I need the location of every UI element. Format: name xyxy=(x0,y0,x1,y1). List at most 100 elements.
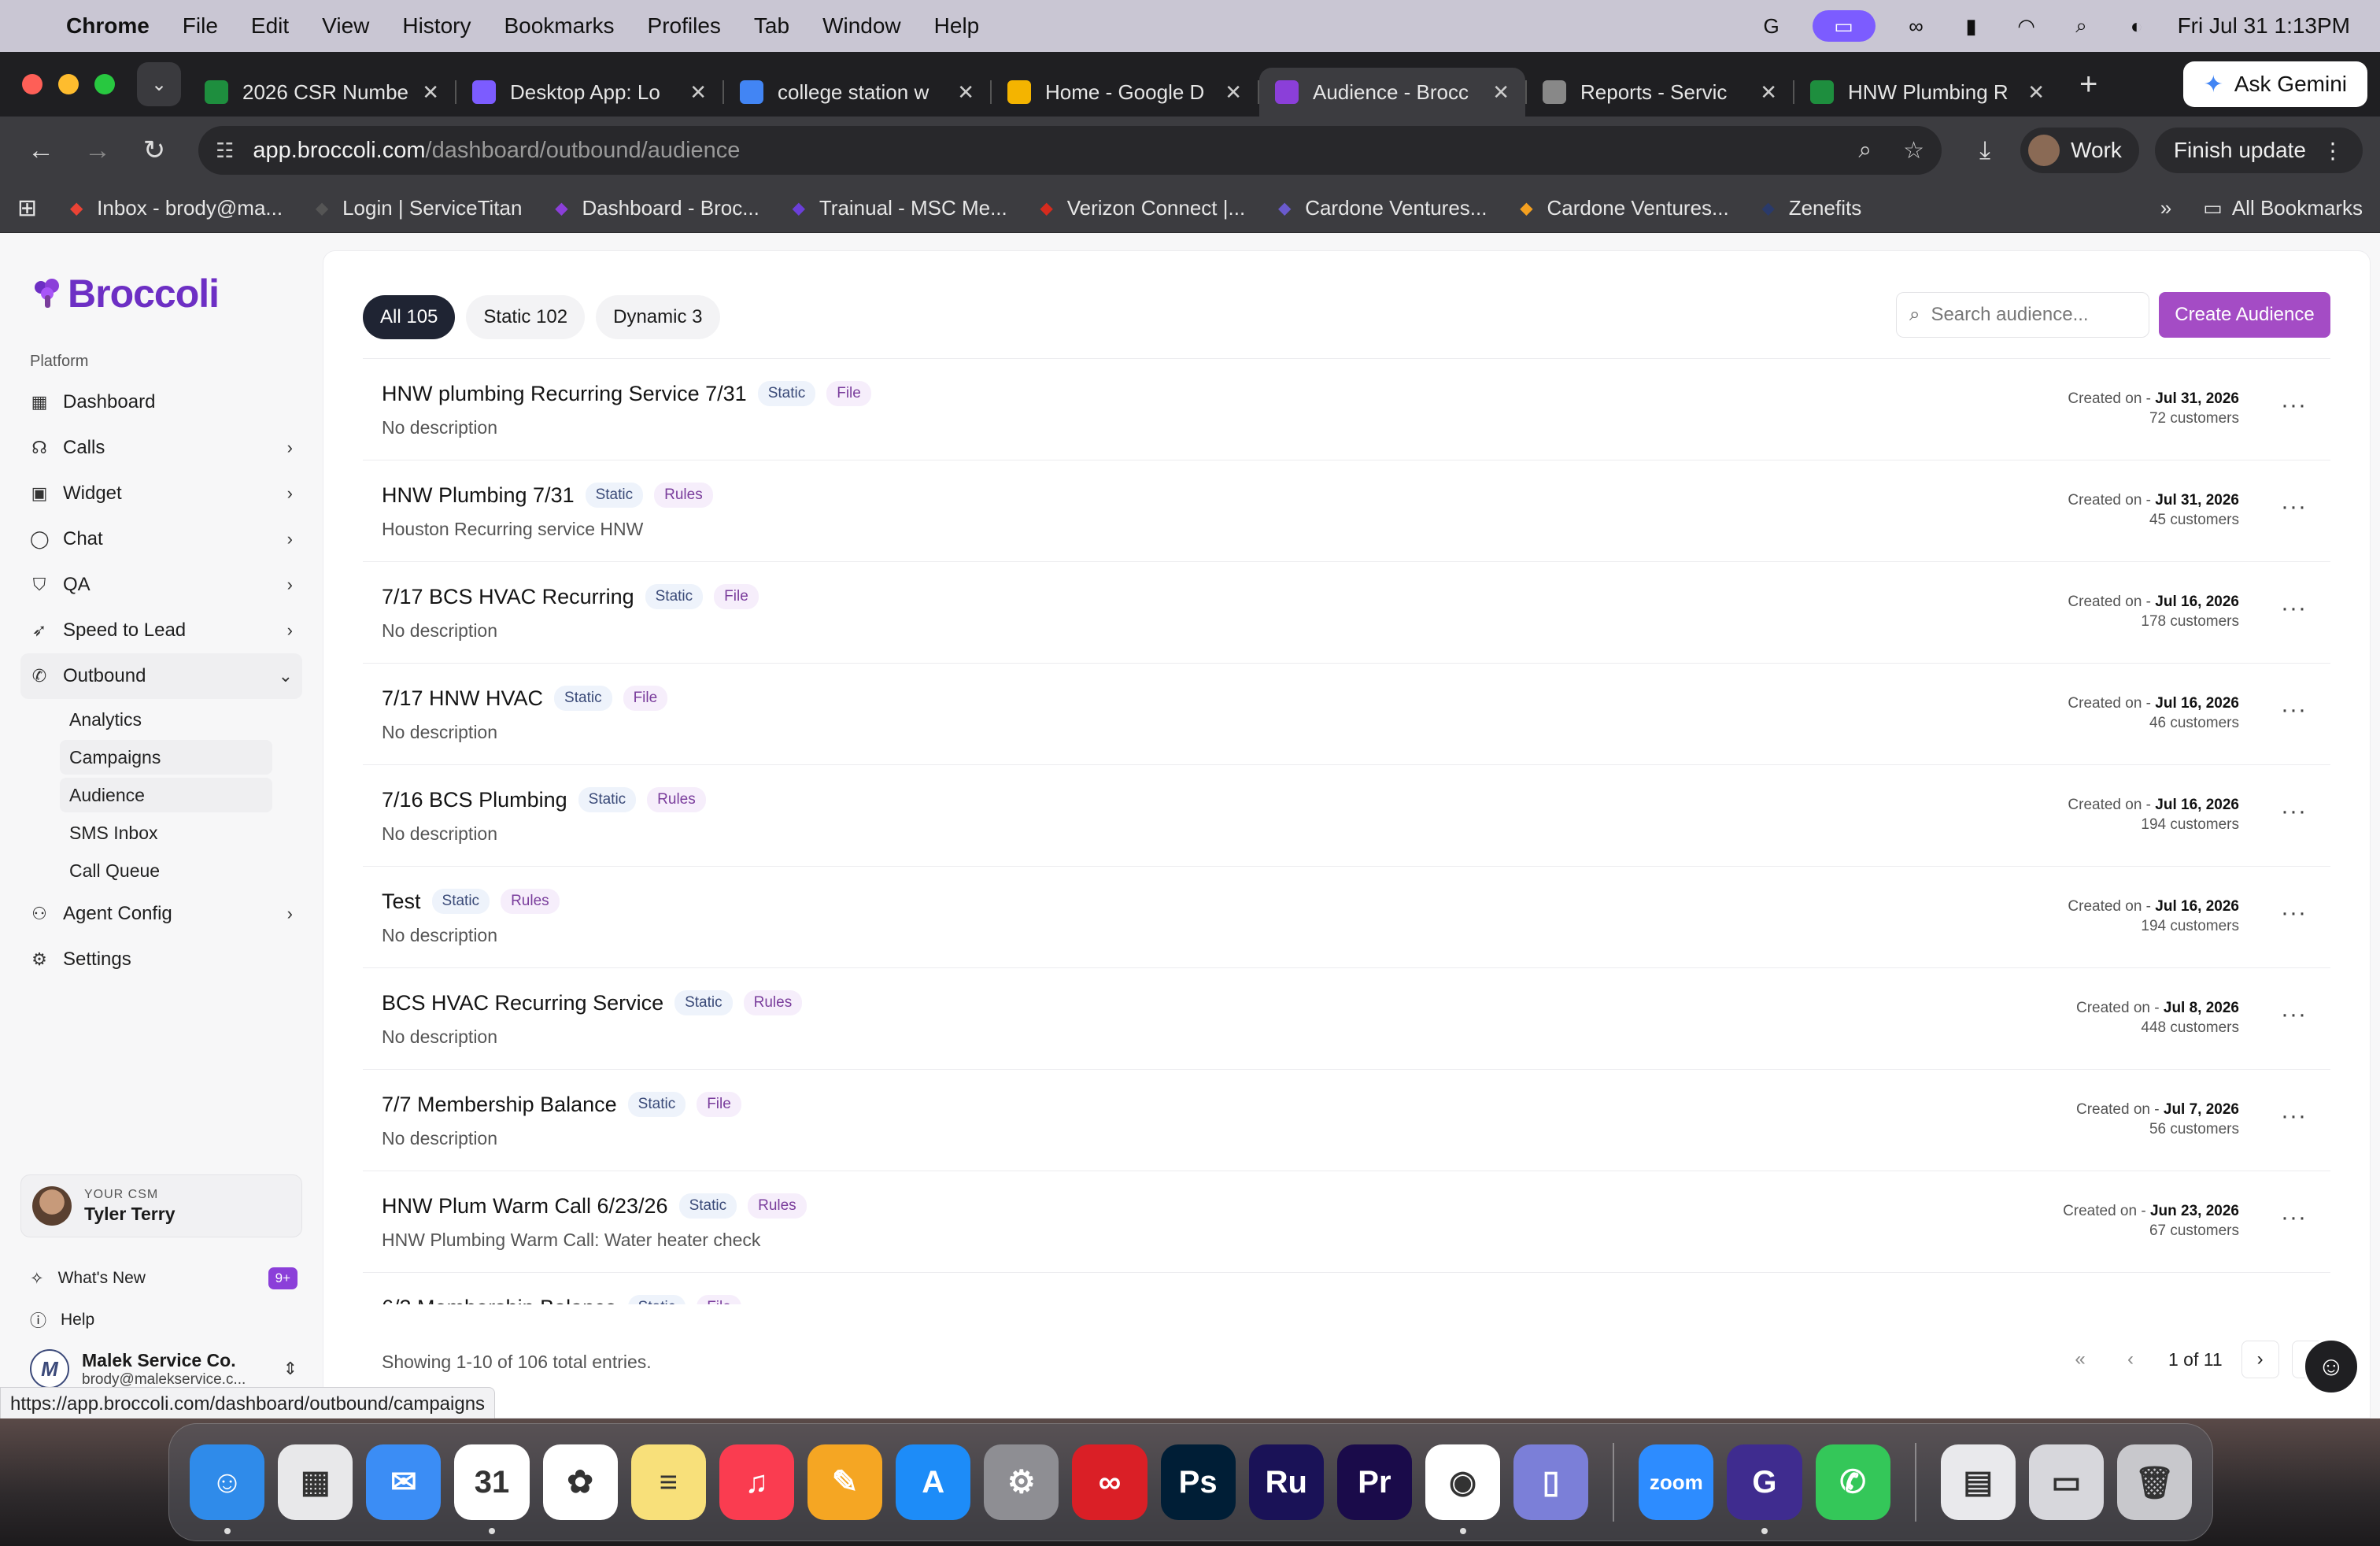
audience-name[interactable]: BCS HVAC Recurring Service xyxy=(382,991,663,1015)
audience-name[interactable]: Test xyxy=(382,890,421,914)
control-center-icon[interactable]: ◐ xyxy=(2123,14,2151,38)
browser-tab[interactable]: Home - Google D ✕ xyxy=(992,68,1258,117)
bookmark-item[interactable]: ◆ Dashboard - Broc... xyxy=(550,196,759,220)
spotlight-search-icon[interactable]: ⌕ xyxy=(2068,13,2096,37)
sidebar-subitem-sms-inbox[interactable]: SMS Inbox xyxy=(60,816,272,850)
all-bookmarks-button[interactable]: ▭ All Bookmarks xyxy=(2203,196,2363,220)
previous-page-button[interactable]: ‹ xyxy=(2112,1341,2149,1378)
pages-icon[interactable]: ✎ xyxy=(807,1444,883,1520)
row-more-actions-icon[interactable]: ··· xyxy=(2281,595,2307,622)
phone-icon[interactable]: ✆ xyxy=(1815,1444,1890,1520)
rush-icon[interactable]: Ru xyxy=(1248,1444,1324,1520)
support-chat-fab[interactable]: ☺ xyxy=(2303,1338,2360,1395)
sidebar-item-qa[interactable]: ⛉ QA › xyxy=(20,562,302,608)
sidebar-item-dashboard[interactable]: ▦ Dashboard xyxy=(20,379,302,425)
browser-tab[interactable]: Reports - Servic ✕ xyxy=(1527,68,1793,117)
whats-new-link[interactable]: ✧ What's New 9+ xyxy=(30,1267,298,1289)
launchpad-icon[interactable]: ▦ xyxy=(278,1444,353,1520)
menu-tab[interactable]: Tab xyxy=(754,13,789,39)
row-more-actions-icon[interactable]: ··· xyxy=(2281,392,2307,419)
audience-name[interactable]: 7/7 Membership Balance xyxy=(382,1093,617,1117)
sidebar-item-chat[interactable]: ◯ Chat › xyxy=(20,516,302,562)
sidebar-item-settings[interactable]: ⚙ Settings xyxy=(20,937,302,982)
filter-tab-static[interactable]: Static 102 xyxy=(466,295,586,339)
music-icon[interactable]: ♫ xyxy=(719,1444,794,1520)
help-link[interactable]: ⓘ Help xyxy=(30,1308,298,1332)
csm-card[interactable]: YOUR CSM Tyler Terry xyxy=(20,1174,302,1237)
audience-row[interactable]: HNW Plumbing 7/31 Static Rules Houston Recu… xyxy=(363,460,2330,562)
screen-mirroring-status-icon[interactable]: ▭ xyxy=(1812,10,1876,42)
notes-icon[interactable]: ≡ xyxy=(630,1444,706,1520)
row-more-actions-icon[interactable]: ··· xyxy=(2281,1204,2307,1231)
close-tab-icon[interactable]: ✕ xyxy=(422,80,439,105)
chrome-icon[interactable]: ◉ xyxy=(1425,1444,1501,1534)
tab-search-button[interactable]: ⌄ xyxy=(137,62,181,106)
audience-name[interactable]: 7/16 BCS Plumbing xyxy=(382,788,567,812)
bookmark-item[interactable]: ◆ Inbox - brody@ma... xyxy=(65,196,283,220)
menubar-clock[interactable]: Fri Jul 31 1:13PM xyxy=(2178,13,2350,39)
creative-cloud-status-icon[interactable]: ∞ xyxy=(1902,14,1931,38)
sidebar-subitem-analytics[interactable]: Analytics xyxy=(60,702,272,737)
bookmark-star-icon[interactable]: ☆ xyxy=(1903,137,1924,165)
search-audience-input[interactable] xyxy=(1931,304,2120,326)
mail-icon[interactable]: ✉ xyxy=(366,1444,442,1520)
next-page-button[interactable]: › xyxy=(2241,1341,2279,1378)
bookmark-item[interactable]: ◆ Cardone Ventures... xyxy=(1515,196,1729,220)
back-button[interactable]: ← xyxy=(17,127,65,174)
iphone-mirroring-icon[interactable]: ▯ xyxy=(1513,1444,1589,1520)
sidebar-item-agent-config[interactable]: ⚇ Agent Config › xyxy=(20,891,302,937)
audience-row[interactable]: Test Static Rules No description Created on … xyxy=(363,867,2330,968)
audience-row[interactable]: 7/17 BCS HVAC Recurring Static File No desc… xyxy=(363,562,2330,664)
audience-row[interactable]: BCS HVAC Recurring Service Static Rules No … xyxy=(363,968,2330,1070)
trash-icon[interactable]: 🗑 xyxy=(2116,1444,2193,1520)
sidebar-subitem-campaigns[interactable]: Campaigns xyxy=(60,740,272,775)
first-page-button[interactable]: « xyxy=(2061,1341,2099,1378)
organization-switcher[interactable]: M Malek Service Co. brody@malekservice.c… xyxy=(30,1349,298,1389)
filter-tab-dynamic[interactable]: Dynamic 3 xyxy=(596,295,720,339)
audience-name[interactable]: HNW Plumbing 7/31 xyxy=(382,483,575,508)
browser-tab[interactable]: Audience - Brocc ✕ xyxy=(1259,68,1525,117)
sidebar-item-widget[interactable]: ▣ Widget › xyxy=(20,471,302,516)
row-more-actions-icon[interactable]: ··· xyxy=(2281,1103,2307,1130)
close-window-button[interactable] xyxy=(22,74,42,94)
create-audience-button[interactable]: Create Audience xyxy=(2159,292,2330,338)
sidebar-item-calls[interactable]: ☊ Calls › xyxy=(20,425,302,471)
menu-bookmarks[interactable]: Bookmarks xyxy=(504,13,614,39)
row-more-actions-icon[interactable]: ··· xyxy=(2281,798,2307,825)
recent-window-icon[interactable]: ▭ xyxy=(2028,1444,2104,1520)
bookmark-item[interactable]: ◆ Verizon Connect |... xyxy=(1036,196,1245,220)
menu-edit[interactable]: Edit xyxy=(251,13,289,39)
close-tab-icon[interactable]: ✕ xyxy=(1225,80,1242,105)
app-store-icon[interactable]: A xyxy=(896,1444,971,1520)
audience-row[interactable]: HNW Plum Warm Call 6/23/26 Static Rules HNW… xyxy=(363,1171,2330,1273)
menu-history[interactable]: History xyxy=(402,13,471,39)
creative-cloud-icon[interactable]: ∞ xyxy=(1072,1444,1148,1520)
menu-app-name[interactable]: Chrome xyxy=(66,13,150,39)
browser-tab[interactable]: 2026 CSR Numbe ✕ xyxy=(189,68,455,117)
wifi-icon[interactable]: ◠ xyxy=(2012,14,2041,38)
filter-tab-all[interactable]: All 105 xyxy=(363,295,456,339)
menu-profiles[interactable]: Profiles xyxy=(648,13,721,39)
address-url[interactable]: app.broccoli.com/dashboard/outbound/audi… xyxy=(253,138,740,164)
calendar-icon[interactable]: 31 xyxy=(454,1444,530,1534)
finder-icon[interactable]: ☺ xyxy=(190,1444,265,1534)
apps-grid-icon[interactable]: ⊞ xyxy=(17,194,37,222)
audience-name[interactable]: 7/17 HNW HVAC xyxy=(382,686,543,711)
system-settings-icon[interactable]: ⚙ xyxy=(984,1444,1059,1520)
audience-row[interactable]: 7/7 Membership Balance Static File No descr… xyxy=(363,1070,2330,1171)
audience-name[interactable]: 6/3 Membership Balance xyxy=(382,1296,617,1305)
premiere-icon[interactable]: Pr xyxy=(1336,1444,1412,1520)
photos-icon[interactable]: ✿ xyxy=(542,1444,618,1520)
zoom-icon[interactable]: ⌕ xyxy=(1858,137,1872,165)
ask-gemini-button[interactable]: ✦ Ask Gemini xyxy=(2182,61,2367,107)
zoom-window-button[interactable] xyxy=(94,74,115,94)
menu-view[interactable]: View xyxy=(322,13,369,39)
downloads-icon[interactable]: ⤓ xyxy=(1965,135,2005,165)
sidebar-subitem-call-queue[interactable]: Call Queue xyxy=(60,853,272,888)
browser-tab[interactable]: college station w ✕ xyxy=(724,68,990,117)
menu-window[interactable]: Window xyxy=(822,13,901,39)
bookmark-item[interactable]: ◆ Trainual - MSC Me... xyxy=(788,196,1007,220)
bookmark-item[interactable]: ◆ Login | ServiceTitan xyxy=(311,196,522,220)
sidebar-item-outbound[interactable]: ✆ Outbound ⌄ xyxy=(20,653,302,699)
audience-name[interactable]: HNW Plum Warm Call 6/23/26 xyxy=(382,1194,668,1219)
